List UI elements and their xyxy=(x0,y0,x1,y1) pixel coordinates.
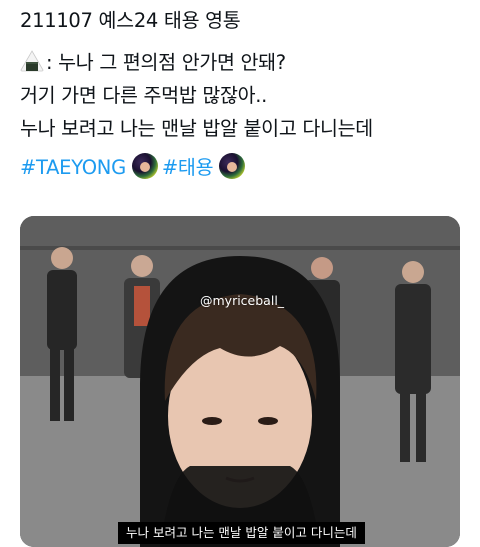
rice-ball-icon xyxy=(20,49,44,72)
quote-line-1-text: 누나 그 편의점 안가면 안돼? xyxy=(58,51,286,74)
video-subtitle: 누나 보려고 나는 맨날 밥알 붙이고 다니는데 xyxy=(118,522,365,544)
tweet-quote-line-1: : 누나 그 편의점 안가면 안돼? xyxy=(20,46,470,79)
video-frame-illustration xyxy=(20,216,460,547)
video-watermark: @myriceball_ xyxy=(200,293,285,308)
hashtag-taeyong-link[interactable]: #TAEYONG xyxy=(20,156,126,179)
taeyong-avatar-icon xyxy=(131,153,158,179)
tweet-text: 211107 예스24 태용 영통 : 누나 그 편의점 안가면 안돼? 거기 … xyxy=(20,6,470,184)
tweet-media-video[interactable]: @myriceball_ 누나 보려고 나는 맨날 밥알 붙이고 다니는데 xyxy=(20,216,460,547)
tweet-quote-line-3: 누나 보려고 나는 맨날 밥알 붙이고 다니는데 xyxy=(20,117,373,140)
taeyong-avatar-icon xyxy=(219,153,246,179)
quote-prefix: : xyxy=(46,51,59,74)
hashtag-row: #TAEYONG #태용 xyxy=(20,151,470,184)
tweet-header-line: 211107 예스24 태용 영통 xyxy=(20,9,241,32)
tweet-quote-line-2: 거기 가면 다른 주먹밥 많잖아.. xyxy=(20,84,268,107)
hashtag-taeyong-korean-link[interactable]: #태용 xyxy=(162,156,214,179)
